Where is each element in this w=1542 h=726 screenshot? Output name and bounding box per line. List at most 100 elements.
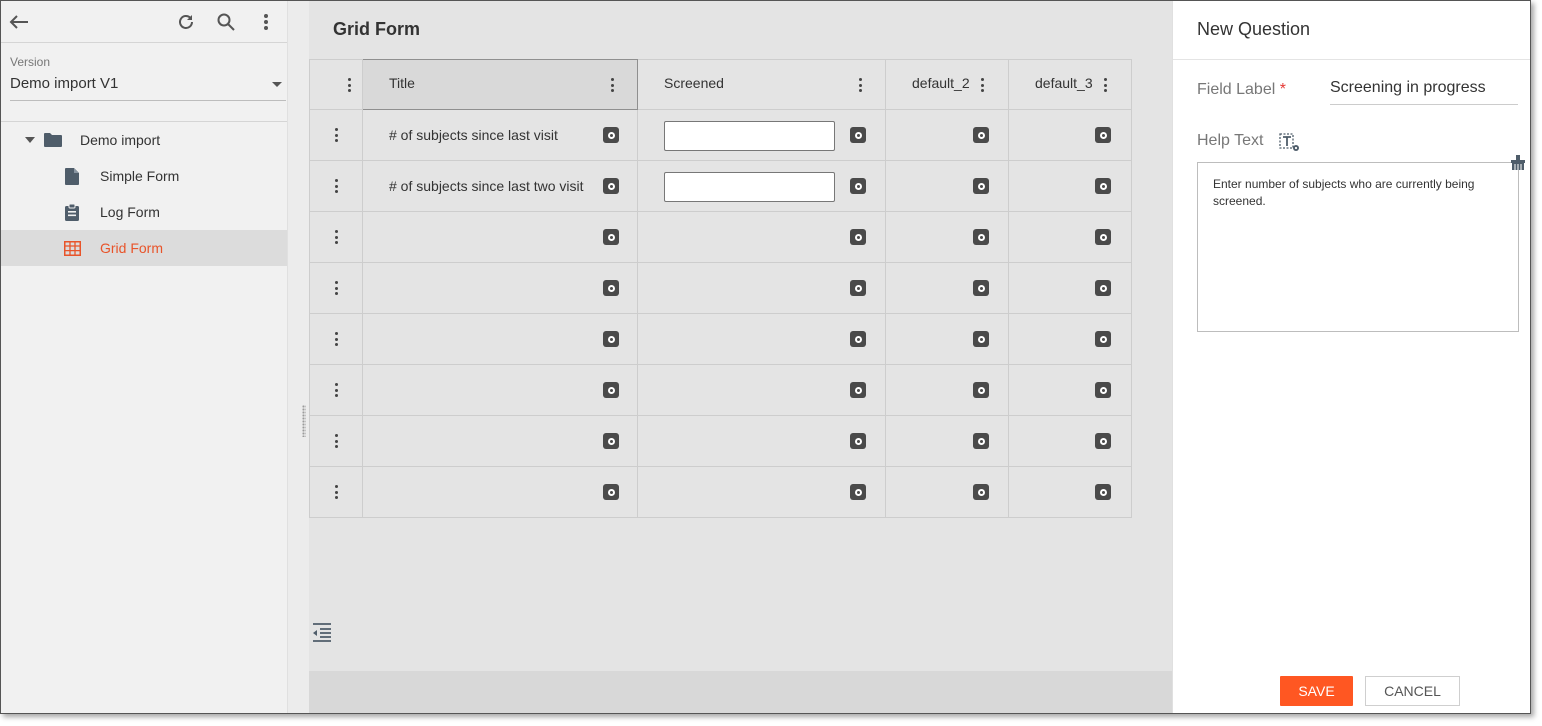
default-2-cell[interactable] [885, 313, 1009, 365]
tree-folder-demo-import[interactable]: Demo import [1, 122, 287, 158]
tree-item-grid-form[interactable]: Grid Form [1, 230, 287, 266]
gear-icon[interactable] [973, 229, 989, 245]
default-3-cell[interactable] [1008, 109, 1132, 161]
gear-icon[interactable] [850, 331, 866, 347]
gear-icon[interactable] [973, 127, 989, 143]
gear-icon[interactable] [850, 433, 866, 449]
gear-icon[interactable] [603, 229, 619, 245]
gear-icon[interactable] [1095, 433, 1111, 449]
gear-icon[interactable] [850, 382, 866, 398]
screened-cell[interactable] [637, 313, 886, 365]
default-2-cell[interactable] [885, 262, 1009, 314]
save-button[interactable]: SAVE [1280, 676, 1353, 706]
more-vert-icon[interactable] [332, 127, 340, 143]
more-vert-icon[interactable] [978, 77, 986, 93]
gear-icon[interactable] [603, 433, 619, 449]
drag-handle-icon[interactable] [302, 405, 306, 437]
default-2-cell[interactable] [885, 466, 1009, 518]
gear-icon[interactable] [1095, 229, 1111, 245]
tree-item-log-form[interactable]: Log Form [1, 194, 287, 230]
title-cell[interactable] [362, 211, 638, 263]
gear-icon[interactable] [1095, 484, 1111, 500]
gear-icon[interactable] [850, 178, 866, 194]
panel-splitter[interactable] [287, 1, 309, 713]
title-cell[interactable] [362, 262, 638, 314]
screened-cell[interactable] [637, 109, 886, 161]
more-vert-icon[interactable] [332, 178, 340, 194]
gear-icon[interactable] [1095, 280, 1111, 296]
version-select[interactable]: Version Demo import V1 [10, 55, 286, 101]
more-vert-icon[interactable] [332, 331, 340, 347]
default-3-cell[interactable] [1008, 160, 1132, 212]
gear-icon[interactable] [603, 280, 619, 296]
gear-icon[interactable] [603, 484, 619, 500]
default-3-cell[interactable] [1008, 364, 1132, 416]
gear-icon[interactable] [850, 127, 866, 143]
title-cell[interactable] [362, 466, 638, 518]
more-vert-icon[interactable] [856, 77, 864, 93]
field-label-input[interactable]: Screening in progress [1330, 69, 1518, 105]
more-vert-icon[interactable] [332, 382, 340, 398]
default-3-cell[interactable] [1008, 466, 1132, 518]
gear-icon[interactable] [603, 178, 619, 194]
gear-icon[interactable] [973, 382, 989, 398]
gear-icon[interactable] [603, 331, 619, 347]
collapse-panel-icon[interactable] [311, 621, 333, 643]
more-vert-icon[interactable] [332, 433, 340, 449]
default-2-cell[interactable] [885, 364, 1009, 416]
default-3-cell[interactable] [1008, 313, 1132, 365]
gear-icon[interactable] [973, 331, 989, 347]
more-vert-icon[interactable] [332, 280, 340, 296]
refresh-icon[interactable] [174, 10, 198, 34]
gear-icon[interactable] [1095, 331, 1111, 347]
screened-cell[interactable] [637, 415, 886, 467]
gear-icon[interactable] [1095, 382, 1111, 398]
screened-cell[interactable] [637, 211, 886, 263]
default-2-cell[interactable] [885, 415, 1009, 467]
default-3-cell[interactable] [1008, 415, 1132, 467]
gear-icon[interactable] [1095, 127, 1111, 143]
default-2-cell[interactable] [885, 160, 1009, 212]
title-cell[interactable]: # of subjects since last two visit [362, 160, 638, 212]
help-text-textarea[interactable]: Enter number of subjects who are current… [1197, 162, 1519, 332]
default-2-cell[interactable] [885, 109, 1009, 161]
gear-icon[interactable] [973, 178, 989, 194]
screened-input[interactable] [664, 172, 835, 202]
gear-icon[interactable] [850, 280, 866, 296]
more-vert-icon[interactable] [608, 77, 616, 93]
gear-icon[interactable] [850, 229, 866, 245]
text-format-settings-icon[interactable] [1279, 131, 1301, 153]
more-vert-icon[interactable] [254, 10, 278, 34]
screened-cell[interactable] [637, 160, 886, 212]
panel-resize-icon[interactable] [1511, 155, 1525, 171]
column-header-default-2[interactable]: default_2 [885, 59, 1009, 110]
default-2-cell[interactable] [885, 211, 1009, 263]
column-header-screened[interactable]: Screened [637, 59, 886, 110]
tree-item-simple-form[interactable]: Simple Form [1, 158, 287, 194]
gear-icon[interactable] [603, 127, 619, 143]
gear-icon[interactable] [973, 484, 989, 500]
more-vert-icon[interactable] [332, 484, 340, 500]
screened-cell[interactable] [637, 466, 886, 518]
screened-input[interactable] [664, 121, 835, 151]
screened-cell[interactable] [637, 364, 886, 416]
default-3-cell[interactable] [1008, 211, 1132, 263]
gear-icon[interactable] [603, 382, 619, 398]
column-header-default-3[interactable]: default_3 [1008, 59, 1132, 110]
default-3-cell[interactable] [1008, 262, 1132, 314]
cancel-button[interactable]: CANCEL [1365, 676, 1460, 706]
expand-caret-icon[interactable] [25, 137, 35, 143]
title-cell[interactable] [362, 415, 638, 467]
gear-icon[interactable] [850, 484, 866, 500]
search-icon[interactable] [214, 10, 238, 34]
more-vert-icon[interactable] [345, 77, 353, 93]
gear-icon[interactable] [973, 433, 989, 449]
column-header-title[interactable]: Title [362, 59, 638, 110]
screened-cell[interactable] [637, 262, 886, 314]
more-vert-icon[interactable] [332, 229, 340, 245]
title-cell[interactable] [362, 364, 638, 416]
gear-icon[interactable] [973, 280, 989, 296]
gear-icon[interactable] [1095, 178, 1111, 194]
more-vert-icon[interactable] [1101, 77, 1109, 93]
title-cell[interactable] [362, 313, 638, 365]
